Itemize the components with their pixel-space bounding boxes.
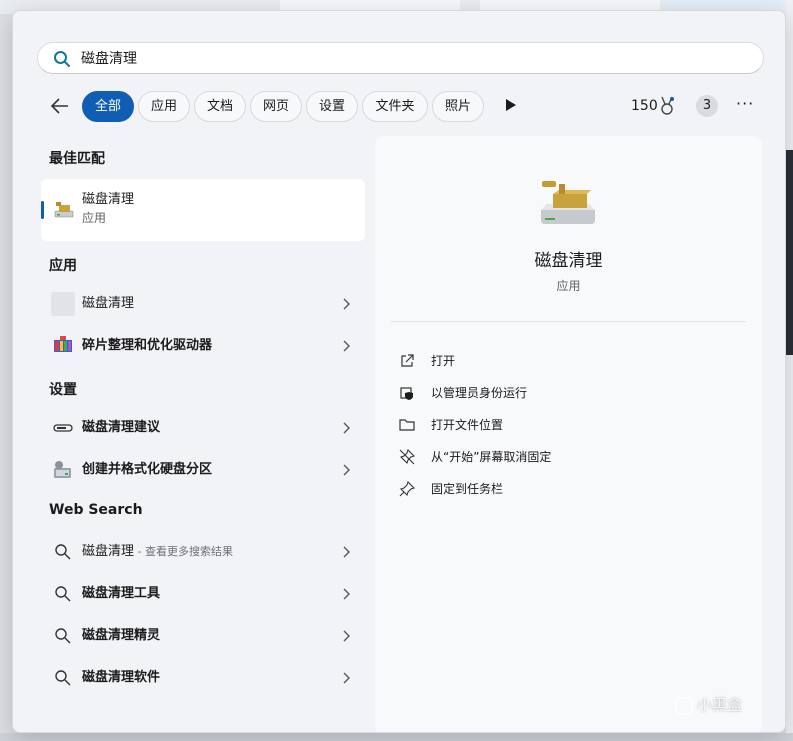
list-item-web[interactable]: 磁盘清理 - 查看更多搜索结果 bbox=[41, 534, 365, 570]
best-match-item[interactable]: 磁盘清理 应用 bbox=[41, 179, 365, 241]
chevron-right-icon[interactable] bbox=[341, 545, 351, 559]
list-item-label: 磁盘清理 - 查看更多搜索结果 bbox=[82, 543, 233, 561]
best-match-type: 应用 bbox=[82, 211, 107, 225]
shield-icon bbox=[400, 387, 413, 400]
tab-all[interactable]: 全部 bbox=[82, 91, 134, 122]
unpin-icon bbox=[399, 449, 415, 465]
chevron-right-icon[interactable] bbox=[341, 629, 351, 643]
list-item-web[interactable]: 磁盘清理精灵 bbox=[41, 618, 365, 654]
search-box[interactable]: 磁盘清理 bbox=[37, 42, 764, 74]
detail-title: 磁盘清理 bbox=[534, 251, 603, 271]
best-match-heading: 最佳匹配 bbox=[49, 151, 105, 167]
watermark-icon bbox=[675, 696, 693, 715]
disk-management-icon bbox=[54, 461, 71, 478]
folder-icon bbox=[399, 419, 415, 431]
back-arrow-icon[interactable] bbox=[49, 95, 71, 117]
tab-photos[interactable]: 照片 bbox=[432, 91, 484, 122]
search-input[interactable]: 磁盘清理 bbox=[81, 49, 137, 69]
chevron-right-icon[interactable] bbox=[341, 463, 351, 477]
web-query-text: 磁盘清理 bbox=[82, 544, 135, 559]
search-icon bbox=[55, 586, 71, 602]
list-item-label: 磁盘清理软件 bbox=[82, 670, 161, 685]
list-item-app[interactable]: 碎片整理和优化驱动器 bbox=[41, 328, 365, 364]
action-run-as-admin[interactable]: 以管理员身份运行 bbox=[399, 381, 719, 405]
web-search-heading: Web Search bbox=[49, 502, 143, 518]
disk-cleanup-icon bbox=[54, 202, 74, 218]
action-open[interactable]: 打开 bbox=[399, 349, 719, 373]
search-icon bbox=[55, 628, 71, 644]
account-avatar[interactable]: 3 bbox=[696, 95, 718, 117]
blank-app-icon bbox=[51, 292, 75, 316]
list-item-label: 磁盘清理工具 bbox=[82, 586, 161, 601]
background-block bbox=[480, 0, 660, 10]
search-icon bbox=[54, 51, 70, 67]
chevron-right-icon[interactable] bbox=[341, 421, 351, 435]
list-item-label: 碎片整理和优化驱动器 bbox=[82, 338, 213, 353]
open-external-icon bbox=[401, 354, 414, 367]
apps-heading: 应用 bbox=[49, 258, 77, 274]
disk-cleanup-icon bbox=[541, 181, 595, 224]
action-label: 从“开始”屏幕取消固定 bbox=[431, 450, 552, 464]
detail-subtitle: 应用 bbox=[556, 279, 581, 293]
action-label: 打开文件位置 bbox=[431, 418, 504, 432]
best-match-name: 磁盘清理 bbox=[82, 192, 135, 207]
web-query-hint: - 查看更多搜索结果 bbox=[134, 545, 233, 558]
chevron-right-icon[interactable] bbox=[341, 587, 351, 601]
action-pin-taskbar[interactable]: 固定到任务栏 bbox=[399, 477, 719, 501]
search-icon bbox=[55, 544, 71, 560]
background-block bbox=[668, 0, 793, 10]
action-label: 以管理员身份运行 bbox=[431, 386, 528, 400]
selection-indicator bbox=[41, 201, 44, 219]
tab-settings[interactable]: 设置 bbox=[306, 91, 358, 122]
background-block bbox=[280, 0, 460, 10]
detail-pane: 磁盘清理 应用 打开 以管理员身份运行 打开文件位置 从“开始”屏幕取消固定 固… bbox=[375, 136, 762, 732]
list-item-label: 磁盘清理 bbox=[82, 296, 135, 311]
background-window-edge bbox=[786, 0, 793, 741]
list-item-app[interactable]: 磁盘清理 bbox=[41, 286, 365, 322]
action-label: 打开 bbox=[431, 354, 456, 368]
storage-bar-icon bbox=[53, 424, 73, 432]
rewards-medal-icon[interactable] bbox=[658, 96, 676, 116]
tab-folders[interactable]: 文件夹 bbox=[362, 91, 428, 122]
chevron-right-icon[interactable] bbox=[341, 671, 351, 685]
chevron-right-icon[interactable] bbox=[341, 297, 351, 311]
list-item-web[interactable]: 磁盘清理工具 bbox=[41, 576, 365, 612]
chevron-right-icon[interactable] bbox=[341, 339, 351, 353]
more-filters-play-icon[interactable] bbox=[505, 98, 517, 112]
watermark-logo: 小黑盒 bbox=[675, 694, 742, 715]
tab-documents[interactable]: 文档 bbox=[194, 91, 246, 122]
action-label: 固定到任务栏 bbox=[431, 482, 504, 496]
pin-icon bbox=[399, 481, 415, 497]
filter-toolbar: 全部 应用 文档 网页 设置 文件夹 照片 150 3 ··· bbox=[13, 89, 785, 123]
watermark-text: 小黑盒 bbox=[697, 696, 743, 714]
background-taskbar-edge bbox=[0, 733, 793, 741]
action-open-file-location[interactable]: 打开文件位置 bbox=[399, 413, 719, 437]
list-item-setting[interactable]: 创建并格式化硬盘分区 bbox=[41, 452, 365, 488]
list-item-label: 磁盘清理建议 bbox=[82, 420, 161, 435]
more-options-icon[interactable]: ··· bbox=[736, 96, 754, 115]
settings-heading: 设置 bbox=[49, 382, 77, 398]
list-item-label: 创建并格式化硬盘分区 bbox=[82, 462, 213, 477]
divider bbox=[391, 321, 746, 322]
list-item-setting[interactable]: 磁盘清理建议 bbox=[41, 410, 365, 446]
search-icon bbox=[55, 670, 71, 686]
start-search-panel: 磁盘清理 全部 应用 文档 网页 设置 文件夹 照片 150 3 ··· 最佳匹… bbox=[12, 10, 786, 733]
tab-apps[interactable]: 应用 bbox=[138, 91, 190, 122]
rewards-points[interactable]: 150 bbox=[631, 97, 658, 115]
action-unpin-start[interactable]: 从“开始”屏幕取消固定 bbox=[399, 445, 719, 469]
list-item-label: 磁盘清理精灵 bbox=[82, 628, 161, 643]
list-item-web[interactable]: 磁盘清理软件 bbox=[41, 660, 365, 696]
tab-web[interactable]: 网页 bbox=[250, 91, 302, 122]
defrag-icon bbox=[54, 336, 72, 352]
